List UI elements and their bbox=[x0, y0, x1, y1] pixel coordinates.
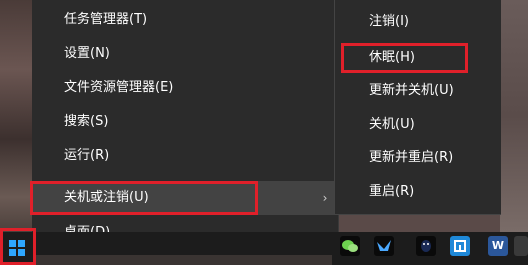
app-tile-icon[interactable] bbox=[450, 236, 470, 256]
menu-item-run[interactable]: 运行(R) bbox=[32, 139, 338, 173]
submenu-item-update-and-restart[interactable]: 更新并重启(R) bbox=[335, 141, 501, 175]
menu-item-label: 设置(N) bbox=[64, 46, 110, 61]
windows-logo-icon bbox=[9, 240, 25, 256]
menu-item-settings[interactable]: 设置(N) bbox=[32, 37, 338, 71]
shutdown-submenu: 注销(I) 休眠(H) 更新并关机(U) 关机(U) 更新并重启(R) 重启(R… bbox=[334, 0, 501, 215]
menu-item-search[interactable]: 搜索(S) bbox=[32, 105, 338, 139]
start-context-menu: 任务管理器(T) 设置(N) 文件资源管理器(E) 搜索(S) 运行(R) 关机… bbox=[32, 0, 339, 255]
submenu-item-label: 休眠(H) bbox=[369, 50, 415, 65]
submenu-item-restart[interactable]: 重启(R) bbox=[335, 175, 501, 209]
desktop-background-left bbox=[0, 0, 32, 232]
app-icon[interactable] bbox=[514, 236, 528, 256]
menu-item-label: 运行(R) bbox=[64, 148, 110, 163]
qq-icon[interactable] bbox=[416, 236, 436, 256]
word-icon-glyph: W bbox=[491, 239, 505, 252]
menu-item-label: 文件资源管理器(E) bbox=[64, 80, 174, 95]
submenu-item-label: 更新并重启(R) bbox=[369, 150, 454, 165]
submenu-item-signout[interactable]: 注销(I) bbox=[335, 5, 501, 39]
desktop-background-right bbox=[500, 0, 528, 232]
menu-item-file-explorer[interactable]: 文件资源管理器(E) bbox=[32, 71, 338, 105]
word-icon[interactable]: W bbox=[488, 236, 508, 256]
feishu-bird-icon[interactable] bbox=[374, 236, 394, 256]
menu-item-task-manager[interactable]: 任务管理器(T) bbox=[32, 3, 338, 37]
submenu-item-shutdown[interactable]: 关机(U) bbox=[335, 108, 501, 142]
submenu-item-label: 更新并关机(U) bbox=[369, 83, 454, 98]
submenu-item-label: 注销(I) bbox=[369, 14, 409, 29]
desktop-background-bottom bbox=[32, 255, 332, 265]
menu-item-label: 任务管理器(T) bbox=[64, 12, 148, 27]
wechat-icon[interactable] bbox=[340, 236, 360, 256]
menu-item-label: 关机或注销(U) bbox=[64, 190, 149, 205]
menu-item-shutdown-or-signout[interactable]: 关机或注销(U) › bbox=[32, 181, 338, 215]
submenu-item-label: 重启(R) bbox=[369, 184, 415, 199]
submenu-item-update-and-shutdown[interactable]: 更新并关机(U) bbox=[335, 74, 501, 108]
chevron-right-icon: › bbox=[322, 191, 328, 205]
submenu-item-label: 关机(U) bbox=[369, 117, 415, 132]
submenu-item-sleep[interactable]: 休眠(H) bbox=[335, 41, 501, 75]
menu-item-label: 搜索(S) bbox=[64, 114, 109, 129]
